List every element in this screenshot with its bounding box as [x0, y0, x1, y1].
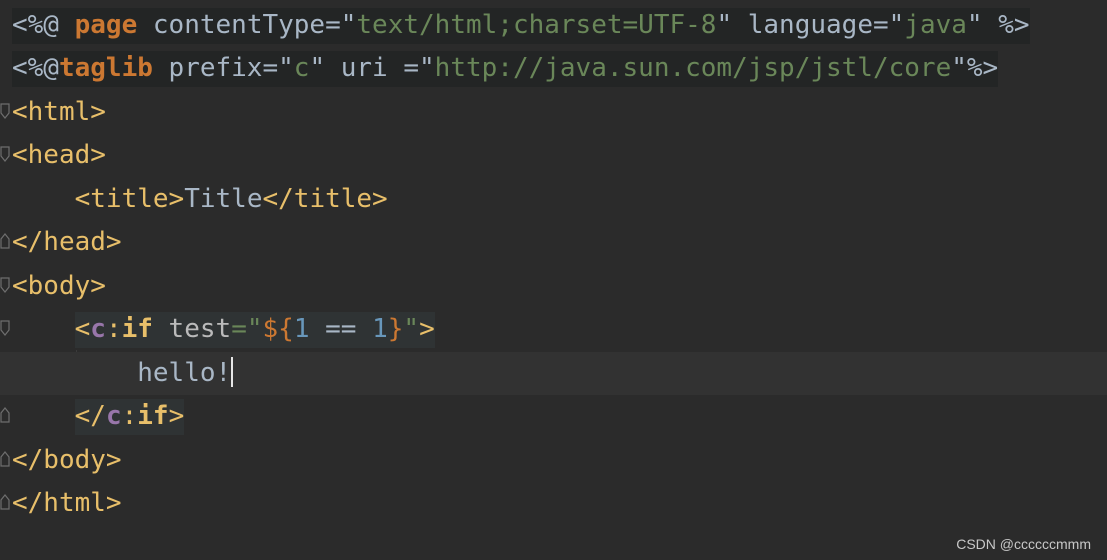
code-token: c — [90, 314, 106, 344]
fold-open-icon[interactable] — [0, 276, 10, 294]
code-token: =" — [403, 53, 435, 83]
code-token: <body> — [12, 271, 106, 301]
code-token: =" — [325, 10, 357, 40]
code-token: <head> — [12, 140, 106, 170]
code-token: } — [387, 314, 404, 344]
code-token: c — [293, 53, 310, 83]
code-token: =" — [262, 53, 294, 83]
code-token: <%@ — [12, 10, 75, 40]
code-line[interactable]: <c:if test="${1 == 1}"> — [0, 308, 1107, 351]
code-text: <head> — [12, 134, 106, 177]
fold-open-icon[interactable] — [0, 319, 10, 337]
fold-close-icon[interactable] — [0, 406, 10, 424]
fold-open-icon[interactable] — [0, 102, 10, 120]
code-token: test — [152, 314, 232, 344]
fold-close-icon[interactable] — [0, 450, 10, 468]
code-line[interactable]: <head> — [0, 134, 1107, 177]
code-line[interactable]: <body> — [0, 265, 1107, 308]
code-token: </ — [74, 401, 106, 431]
code-token: 1 — [293, 314, 310, 344]
code-text: </html> — [12, 482, 122, 525]
code-text: </head> — [12, 221, 122, 264]
code-editor[interactable]: <%@ page contentType="text/html;charset=… — [0, 0, 1107, 560]
code-text: <html> — [12, 91, 106, 134]
code-token: </head> — [12, 227, 122, 257]
code-token: <%@ — [12, 53, 59, 83]
code-token: http://java.sun.com/jsp/jstl/core — [434, 53, 952, 83]
code-line[interactable]: </c:if> — [0, 395, 1107, 438]
code-text: hello! — [12, 352, 234, 395]
code-token: == — [309, 314, 373, 344]
code-text: </c:if> — [12, 395, 185, 438]
code-line[interactable]: </head> — [0, 221, 1107, 264]
code-token: </html> — [12, 488, 122, 518]
code-token: 1 — [372, 314, 388, 344]
code-token: ${ — [262, 314, 294, 344]
code-token: Title — [184, 184, 263, 214]
code-token: taglib — [58, 53, 153, 83]
fold-close-icon[interactable] — [0, 232, 10, 250]
fold-open-icon[interactable] — [0, 145, 10, 163]
code-token: > — [419, 314, 435, 344]
code-token: prefix — [152, 53, 263, 83]
code-token: </title> — [262, 184, 388, 214]
code-line[interactable]: <%@taglib prefix="c" uri ="http://java.s… — [0, 47, 1107, 90]
watermark: CSDN @ccccccmmm — [956, 536, 1091, 552]
code-line[interactable]: <%@ page contentType="text/html;charset=… — [0, 4, 1107, 47]
code-line[interactable]: hello! — [0, 352, 1107, 395]
code-text: <%@taglib prefix="c" uri ="http://java.s… — [12, 47, 999, 90]
text-caret — [231, 356, 234, 387]
code-token: <html> — [12, 97, 106, 127]
code-token: if — [137, 401, 169, 431]
code-token: : — [121, 401, 138, 431]
code-text: <body> — [12, 265, 106, 308]
code-token: if — [121, 314, 153, 344]
code-text: <title>Title</title> — [12, 178, 388, 221]
code-text: <%@ page contentType="text/html;charset=… — [12, 4, 1030, 47]
code-token: <title> — [74, 184, 185, 214]
code-token: text/html;charset=UTF-8 — [356, 10, 717, 40]
code-token: > — [168, 401, 185, 431]
code-token: "%> — [951, 53, 999, 83]
code-token: java — [904, 10, 967, 40]
code-line[interactable]: <html> — [0, 91, 1107, 134]
code-line[interactable]: </body> — [0, 439, 1107, 482]
code-text: </body> — [12, 439, 122, 482]
code-text: <c:if test="${1 == 1}"> — [12, 308, 435, 351]
code-token: =" — [872, 10, 905, 40]
code-token: contentType — [137, 10, 326, 40]
code-token: hello! — [137, 358, 232, 388]
code-token: </body> — [12, 445, 122, 475]
code-token: c — [105, 401, 122, 431]
code-token: page — [74, 10, 138, 40]
code-line[interactable]: <title>Title</title> — [0, 178, 1107, 221]
code-token: : — [105, 314, 122, 344]
code-token: =" — [231, 314, 263, 344]
code-token: " %> — [966, 10, 1030, 40]
fold-close-icon[interactable] — [0, 493, 10, 511]
code-line[interactable]: </html> — [0, 482, 1107, 525]
code-token: " — [403, 314, 420, 344]
code-token: < — [74, 314, 91, 344]
code-token: " uri — [309, 53, 404, 83]
code-token: " language — [716, 10, 873, 40]
